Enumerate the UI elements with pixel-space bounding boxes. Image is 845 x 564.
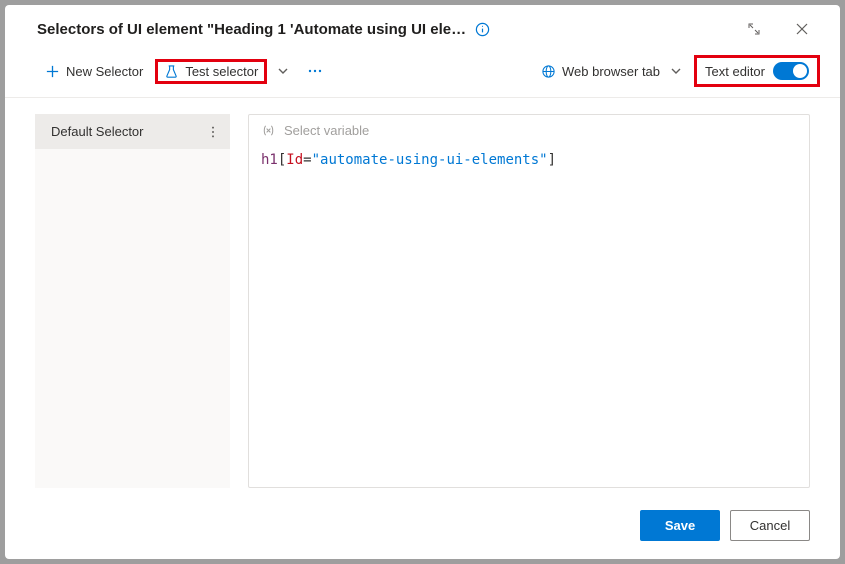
code-attr: Id [286, 152, 303, 168]
titlebar: Selectors of UI element "Heading 1 'Auto… [5, 5, 840, 49]
new-selector-label: New Selector [66, 64, 143, 79]
selector-list-item[interactable]: Default Selector [35, 114, 230, 149]
code-tag: h1 [261, 152, 278, 168]
selector-editor: Select variable h1[Id="automate-using-ui… [248, 114, 810, 488]
test-selector-dropdown[interactable] [271, 61, 295, 81]
selector-item-label: Default Selector [51, 124, 144, 139]
code-close-bracket: ] [548, 152, 556, 168]
selector-builder-window: Selectors of UI element "Heading 1 'Auto… [5, 5, 840, 559]
window-title: Selectors of UI element "Heading 1 'Auto… [37, 21, 467, 38]
plus-icon [45, 64, 60, 79]
flask-icon [164, 64, 179, 79]
variable-icon [261, 123, 276, 138]
cancel-button[interactable]: Cancel [730, 510, 810, 541]
variable-picker[interactable]: Select variable [249, 115, 809, 146]
body: Default Selector Select variable [5, 98, 840, 498]
expand-icon[interactable] [734, 15, 774, 43]
selector-item-menu-icon[interactable] [206, 125, 220, 139]
variable-placeholder: Select variable [284, 123, 369, 138]
test-selector-label: Test selector [185, 64, 258, 79]
info-icon[interactable] [475, 22, 490, 37]
text-editor-toggle[interactable] [773, 62, 809, 80]
code-eq: = [303, 152, 311, 168]
text-editor-label: Text editor [705, 64, 765, 79]
web-browser-tab-label: Web browser tab [562, 64, 660, 79]
chevron-down-icon [666, 65, 682, 77]
text-editor-toggle-group: Text editor [694, 55, 820, 87]
code-value: "automate-using-ui-elements" [312, 152, 548, 168]
close-icon[interactable] [782, 15, 822, 43]
new-selector-button[interactable]: New Selector [37, 59, 151, 84]
more-options-button[interactable] [299, 59, 331, 83]
save-button[interactable]: Save [640, 510, 720, 541]
selector-list: Default Selector [35, 114, 230, 488]
globe-icon [541, 64, 556, 79]
footer: Save Cancel [5, 498, 840, 559]
web-browser-tab-dropdown[interactable]: Web browser tab [533, 59, 690, 84]
selector-code-area[interactable]: h1[Id="automate-using-ui-elements"] [249, 146, 809, 487]
toolbar: New Selector Test selector [5, 49, 840, 98]
test-selector-button[interactable]: Test selector [155, 59, 267, 84]
